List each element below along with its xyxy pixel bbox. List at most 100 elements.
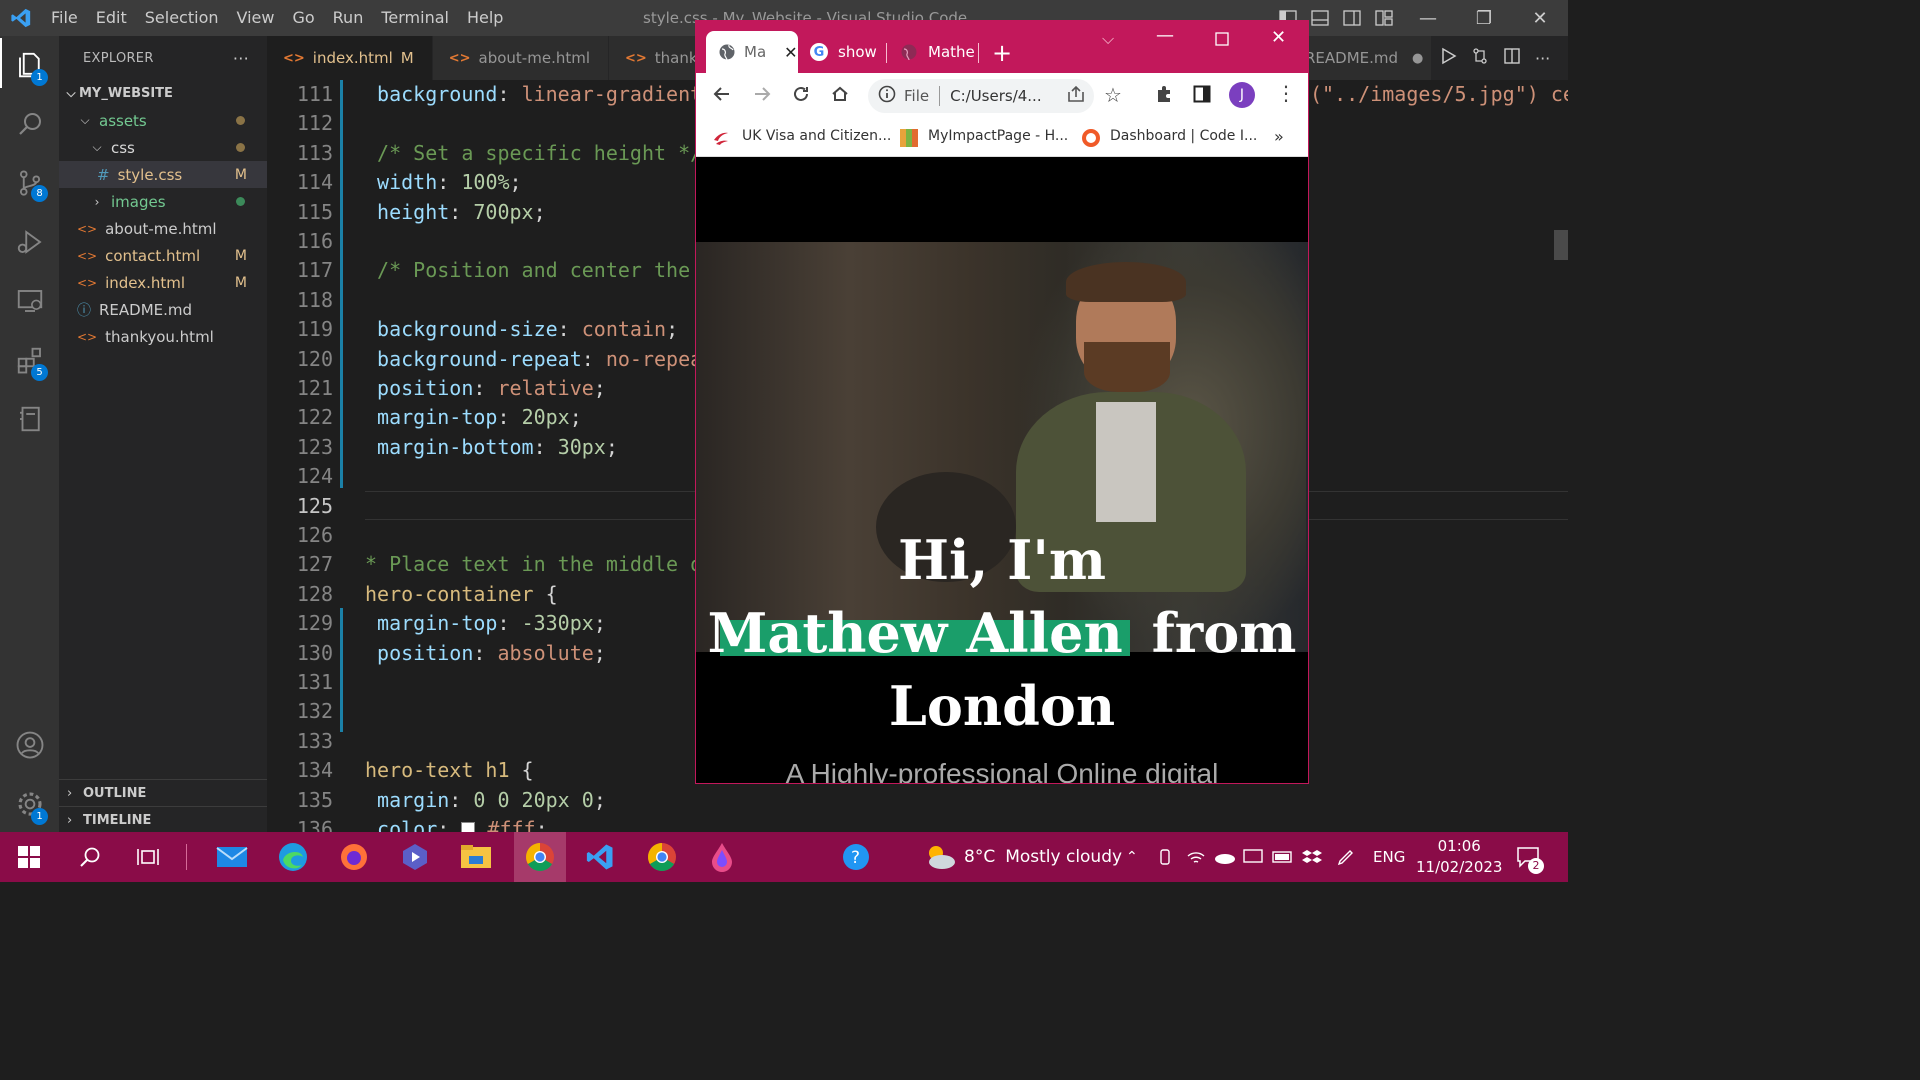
open-changes-icon[interactable] [1471, 47, 1489, 69]
customize-layout-icon[interactable] [1368, 0, 1400, 36]
profile-avatar[interactable]: J [1229, 82, 1255, 108]
battery-icon[interactable] [1272, 832, 1294, 882]
more-actions-icon[interactable]: ··· [1535, 49, 1550, 68]
settings-gear-icon[interactable]: 1 [0, 779, 59, 829]
edge-icon[interactable] [275, 832, 311, 882]
source-control-icon[interactable]: 8 [0, 158, 59, 208]
file-thankyou-html[interactable]: <> thankyou.html [59, 323, 267, 350]
help-icon[interactable]: ? [840, 832, 872, 882]
browser-maximize-icon[interactable] [1215, 31, 1229, 50]
vscode-taskbar-icon[interactable] [580, 832, 620, 882]
split-editor-icon[interactable] [1503, 47, 1521, 69]
search-icon[interactable] [0, 99, 59, 149]
reload-icon[interactable] [791, 84, 811, 108]
explorer-more-icon[interactable]: ··· [233, 49, 249, 68]
browser-tab-mathew[interactable]: Mathe [888, 31, 978, 73]
browser-tab-google[interactable]: G show [798, 31, 886, 73]
mail-icon[interactable] [214, 832, 250, 882]
toggle-secondary-sidebar-icon[interactable] [1336, 0, 1368, 36]
firefox-icon[interactable] [336, 832, 372, 882]
drop-app-icon[interactable] [704, 832, 740, 882]
menu-selection[interactable]: Selection [136, 0, 228, 36]
browser-minimize-icon[interactable]: — [1156, 25, 1174, 46]
outline-section[interactable]: › OUTLINE [59, 779, 267, 806]
notifications-icon[interactable]: 2 [1516, 832, 1544, 882]
browser-close-icon[interactable]: ✕ [1271, 27, 1286, 48]
chrome-profile-taskbar-icon[interactable] [642, 832, 682, 882]
cloudy-weather-icon [929, 846, 955, 869]
onedrive-icon[interactable] [1213, 832, 1235, 882]
editor-scrollbar[interactable] [1554, 230, 1568, 260]
language-indicator[interactable]: ENG [1373, 832, 1405, 882]
tab-search-icon[interactable]: ⌵ [1102, 29, 1114, 49]
browser-tab-active[interactable]: Ma ✕ [706, 31, 798, 73]
home-icon[interactable] [830, 84, 850, 108]
bookmark-star-icon[interactable]: ☆ [1104, 83, 1122, 107]
menu-edit[interactable]: Edit [87, 0, 136, 36]
file-index-html[interactable]: <> index.html M [59, 269, 267, 296]
timeline-section[interactable]: › TIMELINE [59, 806, 267, 833]
clock[interactable]: 01:06 11/02/2023 [1416, 832, 1502, 882]
extensions-puzzle-icon[interactable] [1154, 84, 1174, 108]
file-readme-md[interactable]: ⓘ README.md [59, 296, 267, 323]
share-icon[interactable] [1066, 84, 1086, 108]
file-explorer-icon[interactable] [458, 832, 494, 882]
menu-help[interactable]: Help [458, 0, 512, 36]
file-contact-html[interactable]: <> contact.html M [59, 242, 267, 269]
bookmark-dashboard[interactable]: Dashboard | Code I... [1110, 128, 1257, 144]
menu-go[interactable]: Go [283, 0, 323, 36]
hero-subtitle: A Highly-professional Online digital [785, 758, 1219, 784]
menu-run[interactable]: Run [324, 0, 373, 36]
forward-icon[interactable] [752, 84, 772, 108]
bookmark-myimpactpage[interactable]: MyImpactPage - H... [928, 128, 1068, 144]
new-tab-button[interactable]: + [992, 39, 1012, 67]
notebook-icon[interactable] [0, 394, 59, 444]
taskbar-search-icon[interactable] [76, 832, 104, 882]
bookmark-uk-visa[interactable]: UK Visa and Citizen... [742, 128, 891, 144]
tab-index-html[interactable]: <> index.html M [267, 36, 433, 80]
run-icon[interactable] [1439, 47, 1457, 69]
restore-icon[interactable]: ❐ [1456, 0, 1512, 36]
wifi-icon[interactable] [1186, 832, 1206, 882]
menu-view[interactable]: View [228, 0, 284, 36]
explorer-title: EXPLORER [83, 50, 154, 66]
minimize-icon[interactable]: — [1400, 0, 1456, 36]
chrome-menu-icon[interactable]: ⋮ [1276, 81, 1296, 105]
tab-close-icon[interactable]: ✕ [784, 43, 797, 62]
dropbox-icon[interactable] [1302, 832, 1322, 882]
run-debug-icon[interactable] [0, 217, 59, 267]
show-hidden-icons[interactable]: ⌃ [1126, 832, 1138, 882]
file-about-me-html[interactable]: <> about-me.html [59, 215, 267, 242]
task-view-icon[interactable] [134, 832, 162, 882]
folder-assets[interactable]: ⌵ assets [59, 107, 267, 134]
back-icon[interactable] [712, 84, 732, 108]
workspace-folder[interactable]: ⌵ MY_WEBSITE [59, 80, 267, 107]
accounts-icon[interactable] [0, 720, 59, 770]
code-line: margin-top: 20px; [377, 405, 582, 430]
tray-screen-icon[interactable] [1243, 832, 1263, 882]
address-bar[interactable]: File C:/Users/4... [868, 79, 1094, 113]
tray-phone-icon[interactable] [1156, 832, 1174, 882]
menu-file[interactable]: File [42, 0, 87, 36]
folder-css[interactable]: ⌵ css [59, 134, 267, 161]
file-style-css[interactable]: # style.css M [59, 161, 267, 188]
close-icon[interactable]: ✕ [1512, 0, 1568, 36]
line-number: 128 [296, 581, 333, 606]
bookmark-favicon [900, 129, 918, 147]
info-icon[interactable] [878, 85, 896, 107]
html-file-icon: <> [77, 275, 98, 290]
pen-icon[interactable] [1336, 832, 1356, 882]
media-player-icon[interactable] [397, 832, 433, 882]
weather-widget[interactable]: 8°C Mostly cloudy [922, 832, 1122, 882]
side-panel-icon[interactable] [1193, 85, 1211, 107]
tab-readme-md[interactable]: README.md ● [1297, 36, 1433, 80]
bookmarks-more-icon[interactable]: » [1274, 127, 1284, 146]
tab-about-me-html[interactable]: <> about-me.html [432, 36, 609, 80]
menu-terminal[interactable]: Terminal [372, 0, 458, 36]
chrome-taskbar-icon[interactable] [514, 832, 566, 882]
explorer-icon[interactable]: 1 [0, 40, 59, 90]
folder-images[interactable]: › images [59, 188, 267, 215]
windows-start-icon[interactable] [14, 832, 44, 882]
extensions-icon[interactable]: 5 [0, 335, 59, 385]
remote-explorer-icon[interactable] [0, 276, 59, 326]
